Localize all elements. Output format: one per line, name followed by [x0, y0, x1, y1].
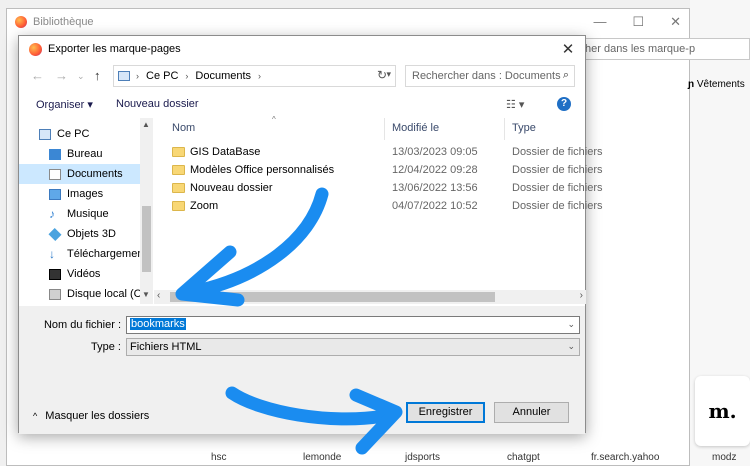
column-header-name[interactable]: Nom [172, 122, 195, 134]
column-header-modified[interactable]: Modifié le [392, 122, 439, 134]
chevron-up-icon: ^ [33, 411, 38, 421]
navigation-pane: Ce PC Bureau Documents Images ♪ Musique … [19, 118, 153, 304]
tile-label[interactable]: chatgpt [507, 452, 540, 463]
hide-folders-toggle[interactable]: ^ Masquer les dossiers [33, 410, 149, 422]
search-icon: ⌕ [562, 69, 569, 81]
chevron-down-icon[interactable]: ▾ [386, 69, 391, 80]
refresh-icon[interactable]: ↻ [377, 68, 387, 82]
filename-input[interactable]: bookmarks ⌄ [126, 316, 580, 334]
music-icon: ♪ [49, 206, 55, 221]
computer-icon [39, 128, 51, 140]
column-divider[interactable] [384, 118, 385, 140]
dialog-toolbar: Organiser ▾ Nouveau dossier ☷ ▾ ? [19, 94, 585, 118]
library-search-input[interactable]: her dans les marque-p [578, 38, 750, 60]
organize-menu[interactable]: Organiser ▾ [36, 98, 93, 111]
tile-label[interactable]: jdsports [405, 452, 440, 463]
file-row[interactable]: Zoom 04/07/2022 10:52 Dossier de fichier… [172, 198, 602, 216]
close-icon[interactable]: ✕ [670, 14, 681, 30]
breadcrumb-item[interactable]: Ce PC [146, 70, 178, 82]
save-form-area: Nom du fichier : bookmarks ⌄ Type : Fich… [19, 306, 585, 434]
nav-item-documents[interactable]: Documents [19, 164, 140, 184]
computer-icon [118, 71, 130, 81]
tile-label[interactable]: lemonde [303, 452, 341, 463]
type-label: Type : [91, 341, 121, 353]
file-row[interactable]: GIS DataBase 13/03/2023 09:05 Dossier de… [172, 144, 602, 162]
folder-icon [172, 165, 185, 175]
chevron-down-icon[interactable]: ▼ [142, 290, 150, 299]
folder-icon [172, 201, 185, 211]
minimize-icon[interactable]: — [593, 14, 606, 30]
tile-label[interactable]: fr.search.yahoo [591, 452, 659, 463]
export-bookmarks-dialog: Exporter les marque-pages ✕ ← → ⌄ ↑ › Ce… [18, 35, 602, 434]
chevron-down-icon[interactable]: ⌄ [567, 319, 575, 330]
chevron-left-icon[interactable]: ‹ [157, 290, 160, 301]
new-folder-button[interactable]: Nouveau dossier [116, 98, 199, 110]
breadcrumb-item[interactable]: Documents [195, 70, 251, 82]
3d-objects-icon [48, 227, 62, 241]
chevron-down-icon[interactable]: ⌄ [77, 71, 85, 82]
forward-arrow-icon[interactable]: → [55, 68, 68, 83]
tile-modz-logo[interactable]: m. [695, 376, 750, 446]
scrollbar-thumb[interactable] [142, 206, 151, 272]
search-input[interactable]: Rechercher dans : Documents ⌕ [405, 65, 575, 87]
tile-label[interactable]: hsc [211, 452, 227, 463]
view-options-icon[interactable]: ☷ ▾ [506, 98, 524, 111]
breadcrumb-chevron-icon[interactable]: › [136, 71, 139, 81]
back-arrow-icon[interactable]: ← [31, 68, 44, 83]
file-row[interactable]: Modèles Office personnalisés 12/04/2022 … [172, 162, 602, 180]
column-header-type[interactable]: Type [512, 122, 536, 134]
file-list: Nom ^ Modifié le Type GIS DataBase 13/03… [154, 115, 602, 304]
maximize-icon[interactable]: ☐ [632, 14, 644, 30]
firefox-icon [15, 16, 27, 28]
tile-label[interactable]: modz [712, 452, 736, 463]
desktop-icon [49, 148, 61, 160]
column-divider[interactable] [504, 118, 505, 140]
scrollbar-thumb[interactable] [170, 292, 495, 302]
bookmark-toolbar-item[interactable]: ɲ Vêtements [688, 79, 745, 90]
address-row: ← → ⌄ ↑ › Ce PC › Documents › ▾ ↻ Recher… [19, 65, 585, 89]
folder-icon [172, 147, 185, 157]
nav-scrollbar[interactable]: ▲ ▼ [140, 118, 153, 304]
file-type-select[interactable]: Fichiers HTML ⌄ [126, 338, 580, 356]
cancel-button[interactable]: Annuler [494, 402, 569, 423]
drive-icon [49, 288, 61, 300]
address-bar[interactable]: › Ce PC › Documents › ▾ [113, 65, 396, 87]
folder-icon [172, 183, 185, 193]
chevron-down-icon[interactable]: ⌄ [567, 341, 575, 352]
search-placeholder: Rechercher dans : Documents [412, 70, 561, 82]
library-title: Bibliothèque [33, 16, 94, 28]
filename-label: Nom du fichier : [43, 319, 121, 331]
dialog-titlebar: Exporter les marque-pages [19, 36, 585, 62]
library-titlebar: Bibliothèque [7, 9, 689, 35]
breadcrumb-chevron-icon[interactable]: › [258, 71, 261, 81]
dialog-title: Exporter les marque-pages [48, 43, 181, 55]
images-icon [49, 188, 61, 200]
chevron-up-icon[interactable]: ▲ [142, 120, 150, 129]
help-icon[interactable]: ? [557, 97, 571, 111]
horizontal-scrollbar[interactable]: ‹ › [154, 290, 586, 304]
videos-icon [49, 268, 61, 280]
documents-icon [49, 168, 61, 180]
breadcrumb-chevron-icon[interactable]: › [185, 71, 188, 81]
chevron-right-icon[interactable]: › [580, 290, 583, 301]
library-window-controls: — ☐ ✕ [593, 14, 681, 30]
dialog-close-icon[interactable]: ✕ [559, 40, 577, 58]
downloads-icon: ↓ [49, 246, 55, 261]
file-row[interactable]: Nouveau dossier 13/06/2022 13:56 Dossier… [172, 180, 602, 198]
sort-ascending-icon: ^ [272, 115, 276, 124]
firefox-icon [29, 42, 42, 56]
up-arrow-icon[interactable]: ↑ [94, 68, 101, 83]
save-button[interactable]: Enregistrer [406, 402, 485, 423]
